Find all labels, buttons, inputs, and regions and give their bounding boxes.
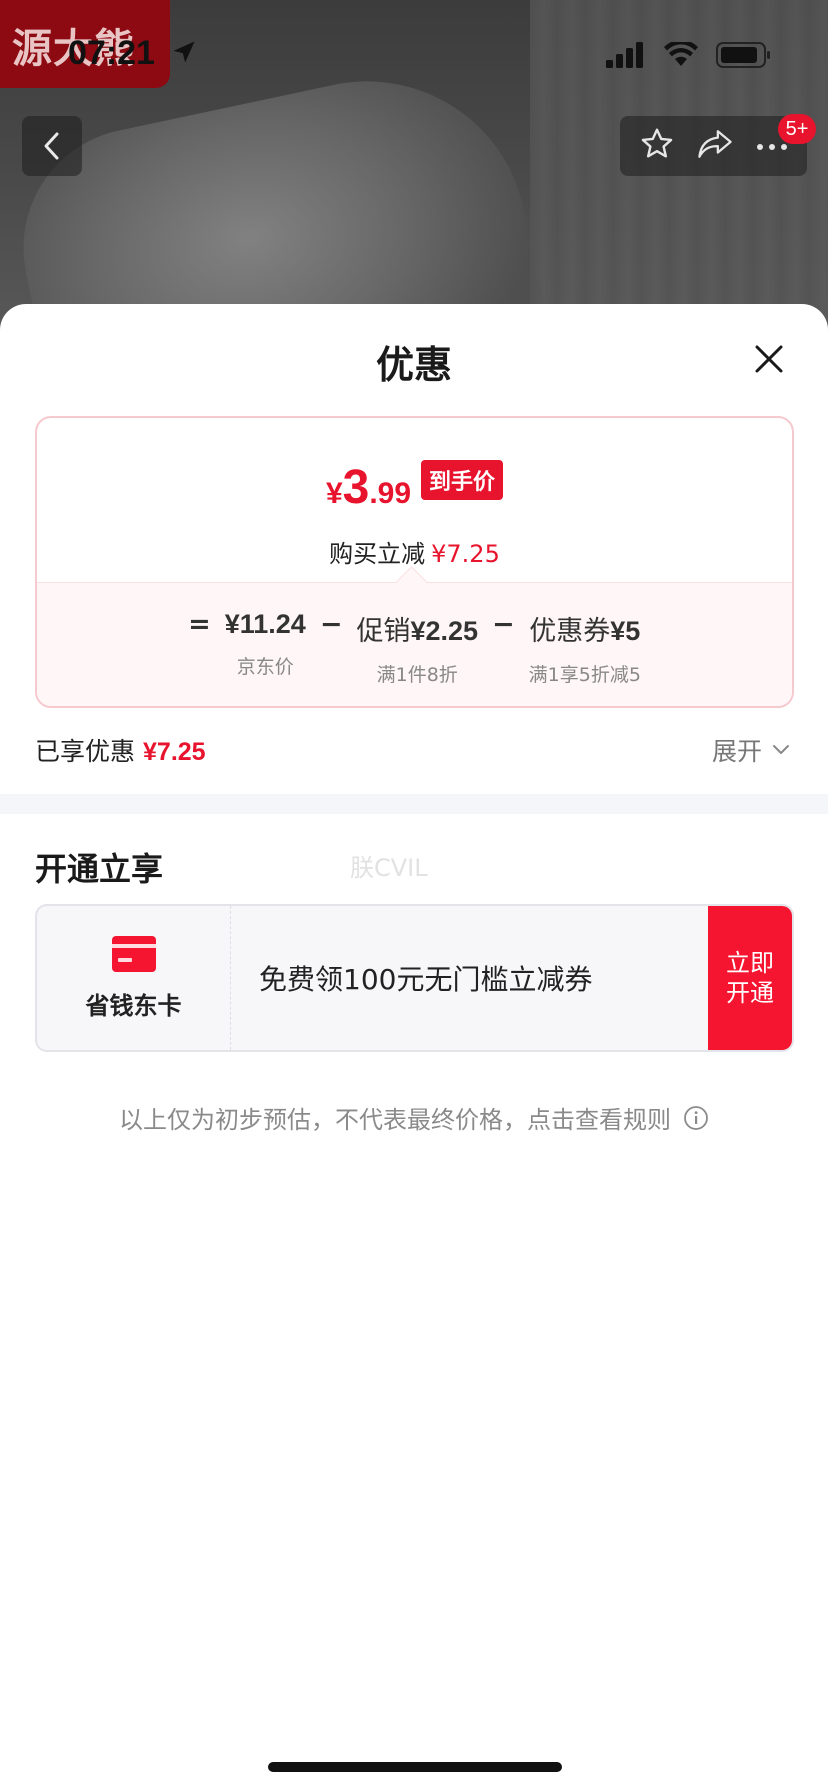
back-icon: [44, 132, 59, 160]
coupon-value: ¥5: [610, 616, 641, 646]
minus-sign: −: [319, 609, 343, 640]
enjoyed-label: 已享优惠: [35, 737, 136, 766]
pillow-image: [1, 51, 559, 330]
currency-symbol: ¥: [325, 477, 343, 510]
activate-label-line2: 开通: [726, 979, 774, 1007]
rules-disclaimer[interactable]: 以上仅为初步预估，不代表最终价格，点击查看规则: [0, 1100, 828, 1135]
promo-rule: 满1件8折: [376, 664, 458, 686]
enjoyed-discount: 已享优惠 ¥7.25: [35, 732, 206, 768]
reduction-amount: ¥7.25: [431, 540, 500, 568]
membership-card-info: 省钱东卡: [37, 906, 231, 1050]
expand-label: 展开: [712, 737, 763, 766]
price-formula: = ¥11.24 京东价 − 促销¥2.25 满1件8折 − 优惠券¥5 满1享…: [37, 609, 792, 687]
discount-sheet: 优惠 ¥3.99 到手价 购买立减 ¥7.25 = ¥11.24 京东价 − 促…: [0, 304, 828, 1792]
star-icon: [641, 128, 672, 158]
reduction-label: 购买立减: [329, 540, 426, 568]
equals-sign: =: [188, 609, 211, 640]
final-price-tag: 到手价: [421, 460, 504, 500]
final-price-integer: 3: [342, 461, 370, 514]
membership-name: 省钱东卡: [85, 991, 182, 1020]
share-button[interactable]: [696, 127, 734, 165]
instant-reduction: 购买立减 ¥7.25: [37, 534, 792, 569]
base-price-term: ¥11.24 京东价: [225, 609, 306, 679]
expand-button[interactable]: 展开: [712, 732, 790, 768]
activate-button[interactable]: 立即 开通: [708, 906, 792, 1050]
back-button[interactable]: [22, 116, 82, 176]
status-icons: [606, 40, 772, 70]
coupon-term: 优惠券¥5 满1享5折减5: [529, 609, 641, 687]
price-breakdown-card: ¥3.99 到手价 购买立减 ¥7.25 = ¥11.24 京东价 − 促销¥2.2…: [35, 416, 794, 708]
final-price-decimal: .99: [369, 477, 412, 510]
activate-label-line1: 立即: [726, 949, 774, 977]
favorite-button[interactable]: [639, 126, 675, 166]
base-price-value: ¥11.24: [224, 609, 306, 639]
faint-watermark: 朕CVIL: [350, 854, 428, 882]
promo-label: 促销: [356, 616, 411, 647]
coupon-rule: 满1享5折减5: [528, 664, 641, 686]
base-price-label: 京东价: [236, 656, 294, 678]
close-icon: [755, 345, 783, 373]
promo-value: ¥2.25: [410, 616, 479, 646]
chevron-down-icon: [773, 745, 790, 754]
signal-icon: [606, 42, 643, 68]
status-time: 07:21: [68, 34, 198, 73]
more-icon: [756, 143, 787, 150]
message-count-badge: 5+: [778, 114, 816, 144]
coupon-label: 优惠券: [529, 616, 611, 647]
close-button[interactable]: [748, 338, 790, 380]
final-price: ¥3.99 到手价: [37, 460, 792, 515]
share-icon: [697, 130, 732, 158]
membership-offer-text: 免费领100元无门槛立减券: [259, 963, 593, 996]
disclaimer-text: 以上仅为初步预估，不代表最终价格，点击查看规则: [119, 1106, 671, 1134]
promo-term: 促销¥2.25 满1件8折: [356, 609, 478, 687]
sheet-title: 优惠: [375, 343, 452, 387]
wifi-icon: [664, 42, 698, 66]
battery-icon: [716, 42, 770, 68]
card-icon: [111, 935, 156, 972]
section-title: 开通立享: [35, 850, 164, 888]
home-indicator: [268, 1762, 562, 1772]
minus-sign: −: [492, 609, 515, 640]
section-divider: [0, 794, 828, 814]
enjoyed-amount: ¥7.25: [143, 738, 206, 766]
info-icon: [684, 1105, 708, 1130]
location-arrow-icon: [173, 41, 195, 63]
price-formula-area: = ¥11.24 京东价 − 促销¥2.25 满1件8折 − 优惠券¥5 满1享…: [37, 582, 792, 706]
membership-offer[interactable]: 省钱东卡 免费领100元无门槛立减券 立即 开通: [35, 904, 794, 1052]
final-price-area: ¥3.99 到手价 购买立减 ¥7.25: [37, 418, 792, 582]
